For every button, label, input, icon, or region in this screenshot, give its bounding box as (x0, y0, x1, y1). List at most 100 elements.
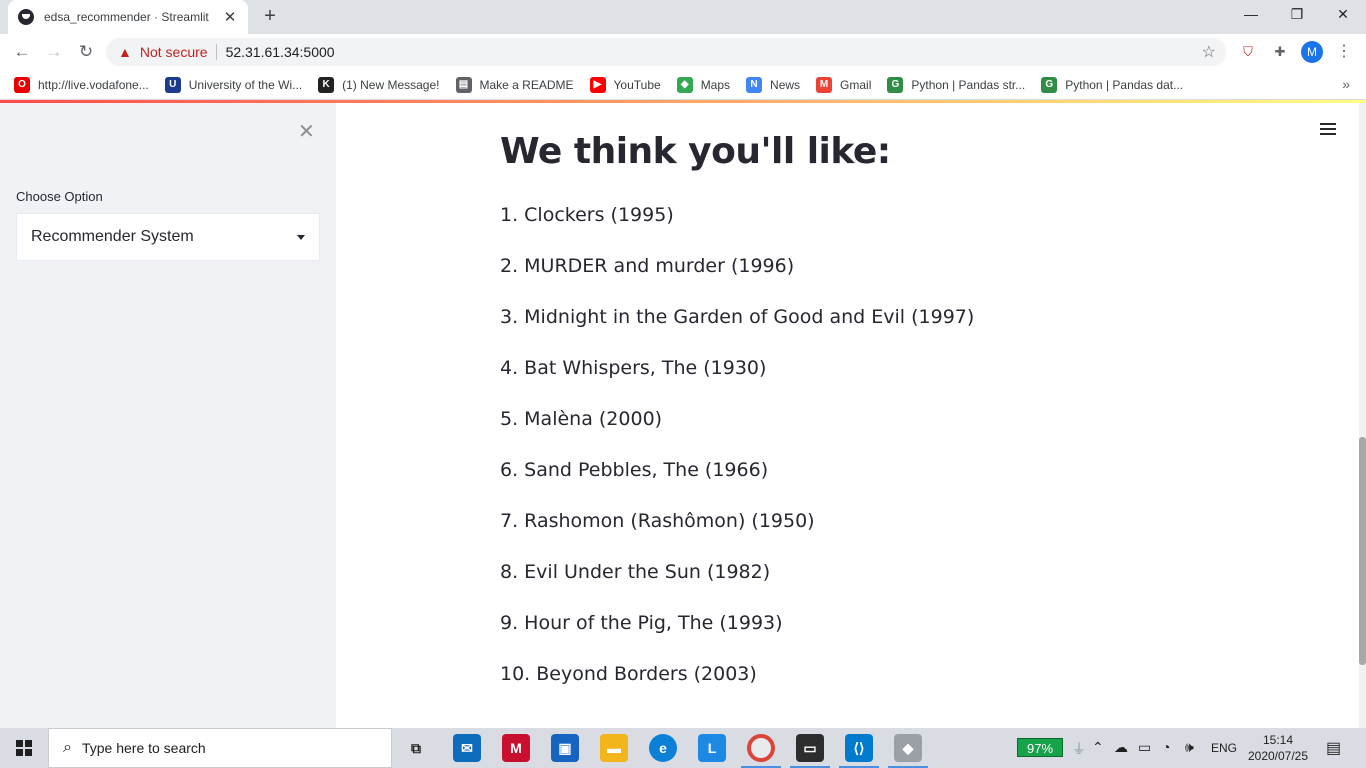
bookmark-item[interactable]: U University of the Wi... (164, 76, 303, 93)
recommendation-item: 7. Rashomon (Rashômon) (1950) (500, 510, 815, 532)
bookmark-item[interactable]: ▶ YouTube (589, 76, 661, 93)
recommendation-item: 9. Hour of the Pig, The (1993) (500, 612, 783, 634)
close-tab-icon[interactable]: ✕ (222, 8, 238, 26)
taskbar-search-box[interactable]: ⌕ Type here to search (48, 728, 392, 768)
notification-icon[interactable]: ▤ (1326, 738, 1341, 758)
store-icon[interactable]: ▣ (551, 734, 579, 762)
tab-title: edsa_recommender · Streamlit (44, 10, 209, 24)
bookmark-label: Make a README (479, 77, 574, 92)
select-value: Recommender System (31, 228, 194, 245)
extensions-puzzle-icon[interactable]: ✚ (1271, 43, 1289, 61)
page-heading: We think you'll like: (500, 131, 891, 172)
university-icon: U (164, 76, 181, 93)
k-icon: K (318, 76, 335, 93)
bookmark-item[interactable]: ◆ Maps (676, 76, 731, 93)
recommendation-item: 2. MURDER and murder (1996) (500, 255, 795, 277)
scrollbar-thumb[interactable] (1359, 437, 1366, 665)
search-placeholder: Type here to search (81, 740, 206, 756)
address-separator (215, 44, 217, 60)
forward-icon[interactable]: → (42, 40, 66, 64)
bookmarks-bar: Ohttp://live.vodafone... U University of t… (0, 70, 1366, 100)
bookmark-star-icon[interactable]: ☆ (1202, 42, 1216, 62)
option-select[interactable]: Recommender System (16, 213, 320, 261)
bookmark-item[interactable]: G Python | Pandas str... (887, 76, 1026, 93)
wifi-icon[interactable]: ◔ (1162, 739, 1170, 755)
profile-avatar[interactable]: M (1301, 41, 1323, 63)
git-icon[interactable]: ◆ (894, 734, 922, 762)
battery-indicator[interactable]: 97% (1017, 738, 1063, 757)
hamburger-menu-icon[interactable] (1320, 123, 1336, 135)
bookmark-label: Python | Pandas str... (911, 77, 1026, 92)
browser-menu-icon[interactable]: ⋮ (1336, 41, 1352, 61)
windows-taskbar: ⌕ Type here to search ⧉ ✉ M ▣ ▬ e L ▭ ⟨⟩… (0, 728, 1366, 768)
url-text[interactable]: 52.31.61.34:5000 (226, 44, 335, 60)
geeksforgeeks-icon: G (887, 76, 904, 93)
search-icon: ⌕ (63, 739, 72, 756)
bookmark-label: University of the Wi... (188, 77, 303, 92)
recommendation-list: 1. Clockers (1995) 2. MURDER and murder (… (500, 204, 974, 714)
bookmark-label: (1) New Message! (342, 77, 440, 92)
restore-icon[interactable]: ❐ (1274, 0, 1320, 30)
windows-start-icon[interactable] (16, 740, 32, 756)
bookmark-label: Python | Pandas dat... (1065, 77, 1184, 92)
vscode-icon[interactable]: ⟨⟩ (845, 734, 873, 762)
file-explorer-icon[interactable]: ▬ (600, 734, 628, 762)
mcafee-icon[interactable]: M (502, 734, 530, 762)
streamlit-favicon-icon (18, 9, 34, 25)
bookmark-item[interactable]: ▤ Make a README (455, 76, 574, 93)
recommendation-item: 4. Bat Whispers, The (1930) (500, 357, 767, 379)
recommendation-item: 1. Clockers (1995) (500, 204, 674, 226)
recommendation-item: 8. Evil Under the Sun (1982) (500, 561, 771, 583)
bookmark-label: Gmail (840, 77, 872, 92)
choose-option-label: Choose Option (16, 189, 103, 204)
news-icon: N (746, 76, 763, 93)
back-icon[interactable]: ← (10, 40, 34, 64)
battery-icon[interactable]: ▭ (1138, 739, 1151, 756)
extension-shield-icon[interactable]: ⛉ (1239, 43, 1257, 61)
bookmarks-overflow-icon[interactable]: » (1342, 76, 1350, 92)
terminal-icon[interactable]: ▭ (796, 734, 824, 762)
sidebar-close-icon[interactable]: ✕ (298, 119, 315, 144)
recommendation-item: 3. Midnight in the Garden of Good and Ev… (500, 306, 975, 328)
browser-toolbar: ← → ↻ ▲ Not secure 52.31.61.34:5000 ☆ ⛉ … (0, 34, 1366, 70)
reload-icon[interactable]: ↻ (74, 40, 98, 64)
language-indicator[interactable]: ENG (1211, 741, 1237, 755)
taskbar-clock[interactable]: 15:14 2020/07/25 (1236, 732, 1320, 764)
recommendation-item: 5. Malèna (2000) (500, 408, 663, 430)
edge-icon[interactable]: e (649, 734, 677, 762)
volume-icon[interactable]: 🕪 (1185, 739, 1194, 756)
minimize-icon[interactable]: — (1228, 0, 1274, 30)
security-label[interactable]: Not secure (140, 44, 208, 60)
bookmark-item[interactable]: M Gmail (816, 76, 872, 93)
address-bar[interactable]: ▲ Not secure 52.31.61.34:5000 ☆ (106, 38, 1226, 66)
mail-icon[interactable]: ✉ (453, 734, 481, 762)
sidebar: ✕ Choose Option Recommender System (0, 103, 336, 728)
new-tab-button[interactable]: + (258, 5, 282, 29)
close-window-icon[interactable]: ✕ (1320, 0, 1366, 30)
bookmark-item[interactable]: Ohttp://live.vodafone... (14, 76, 149, 93)
browser-tab[interactable]: edsa_recommender · Streamlit ✕ (8, 0, 248, 34)
document-icon: ▤ (455, 76, 472, 93)
recommendation-item: 6. Sand Pebbles, The (1966) (500, 459, 769, 481)
bookmark-item[interactable]: K (1) New Message! (318, 76, 440, 93)
bookmark-label: YouTube (613, 77, 661, 92)
bookmark-item[interactable]: G Python | Pandas dat... (1041, 76, 1184, 93)
bookmark-label: http://live.vodafone... (38, 77, 149, 92)
warning-icon: ▲ (118, 44, 132, 60)
maps-icon: ◆ (676, 76, 693, 93)
browser-tabstrip: edsa_recommender · Streamlit ✕ + — ❐ ✕ (0, 0, 1366, 34)
geeksforgeeks-icon: G (1041, 76, 1058, 93)
vodafone-icon: O (14, 76, 30, 93)
caret-down-icon (297, 234, 305, 240)
page-scrollbar[interactable] (1359, 103, 1366, 728)
youtube-icon: ▶ (589, 76, 606, 93)
bookmark-item[interactable]: N News (746, 76, 801, 93)
bookmark-label: News (770, 77, 801, 92)
chrome-icon[interactable] (747, 734, 775, 762)
bookmark-label: Maps (700, 77, 731, 92)
task-view-icon[interactable]: ⧉ (402, 734, 430, 762)
l-app-icon[interactable]: L (698, 734, 726, 762)
gmail-icon: M (816, 76, 833, 93)
onedrive-icon[interactable]: ☁ (1114, 739, 1128, 756)
chevron-up-icon[interactable]: ⌃ (1092, 739, 1104, 756)
